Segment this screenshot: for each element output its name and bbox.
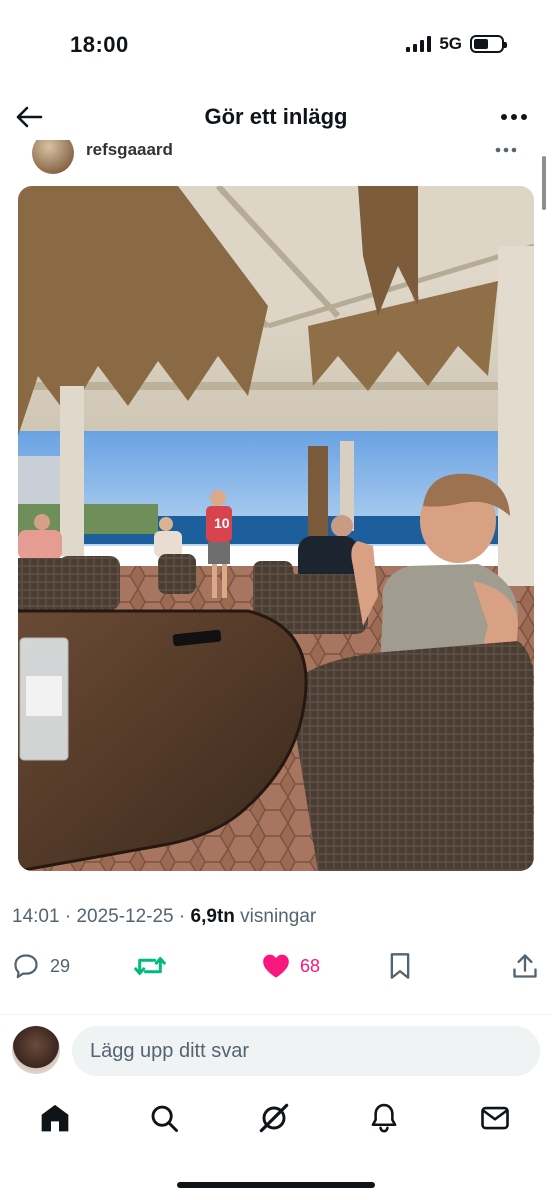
repost-icon: [134, 957, 166, 975]
heart-filled-icon: [263, 954, 289, 978]
repost-button[interactable]: [134, 948, 166, 984]
reply-input[interactable]: [72, 1026, 540, 1076]
tab-notifications[interactable]: [364, 1098, 404, 1138]
bookmark-icon: [390, 953, 410, 979]
status-time: 18:00: [70, 32, 129, 57]
signal-icon: [406, 36, 432, 52]
reply-button[interactable]: 29: [12, 948, 70, 984]
nav-header: Gör ett inlägg: [0, 92, 552, 142]
tab-grok[interactable]: [254, 1098, 294, 1138]
post-date: 2025-12-25: [76, 906, 174, 927]
mail-icon: [481, 1106, 509, 1130]
jersey-number: 10: [214, 515, 230, 531]
author-name[interactable]: refsgaaard: [86, 140, 173, 160]
like-button[interactable]: 68: [262, 948, 320, 984]
user-avatar[interactable]: [12, 1026, 60, 1074]
meta-separator: ·: [178, 906, 191, 927]
photo-scene: 10: [18, 186, 534, 871]
views-label: visningar: [240, 906, 317, 927]
bottom-tab-bar: [0, 1094, 552, 1144]
divider: [0, 1014, 552, 1015]
meta-separator: ·: [64, 906, 77, 927]
reply-icon: [14, 954, 38, 979]
scrollbar-thumb[interactable]: [542, 156, 546, 210]
tab-messages[interactable]: [475, 1098, 515, 1138]
share-icon: [513, 954, 537, 978]
post-more-button[interactable]: [490, 140, 522, 160]
more-options-button[interactable]: [498, 102, 530, 132]
grok-icon: [259, 1103, 289, 1133]
view-count[interactable]: 6,9tn: [191, 906, 235, 927]
network-label: 5G: [439, 34, 462, 53]
reply-count: 29: [50, 955, 71, 976]
home-indicator[interactable]: [177, 1182, 375, 1188]
like-count: 68: [300, 955, 321, 976]
status-bar: 18:00 5G: [0, 0, 552, 90]
share-button[interactable]: [512, 948, 538, 984]
search-icon: [151, 1105, 178, 1132]
post-meta: 14:01 · 2025-12-25 · 6,9tn visningar: [12, 906, 316, 928]
action-bar: 29 68: [0, 948, 552, 984]
post-author-row: refsgaaard: [0, 140, 552, 176]
tab-search[interactable]: [144, 1098, 184, 1138]
reply-composer: [0, 1022, 552, 1082]
battery-icon: [470, 35, 507, 53]
tab-home[interactable]: [35, 1098, 75, 1138]
home-icon: [41, 1104, 69, 1132]
page-title: Gör ett inlägg: [204, 104, 348, 129]
status-icons: 5G: [406, 34, 507, 54]
more-horizontal-icon: [495, 147, 517, 153]
more-horizontal-icon: [501, 114, 527, 120]
bell-icon: [371, 1103, 397, 1133]
post-photo[interactable]: 10: [18, 186, 534, 871]
bookmark-button[interactable]: [388, 948, 412, 984]
author-avatar[interactable]: [32, 140, 74, 174]
post-time: 14:01: [12, 906, 60, 927]
